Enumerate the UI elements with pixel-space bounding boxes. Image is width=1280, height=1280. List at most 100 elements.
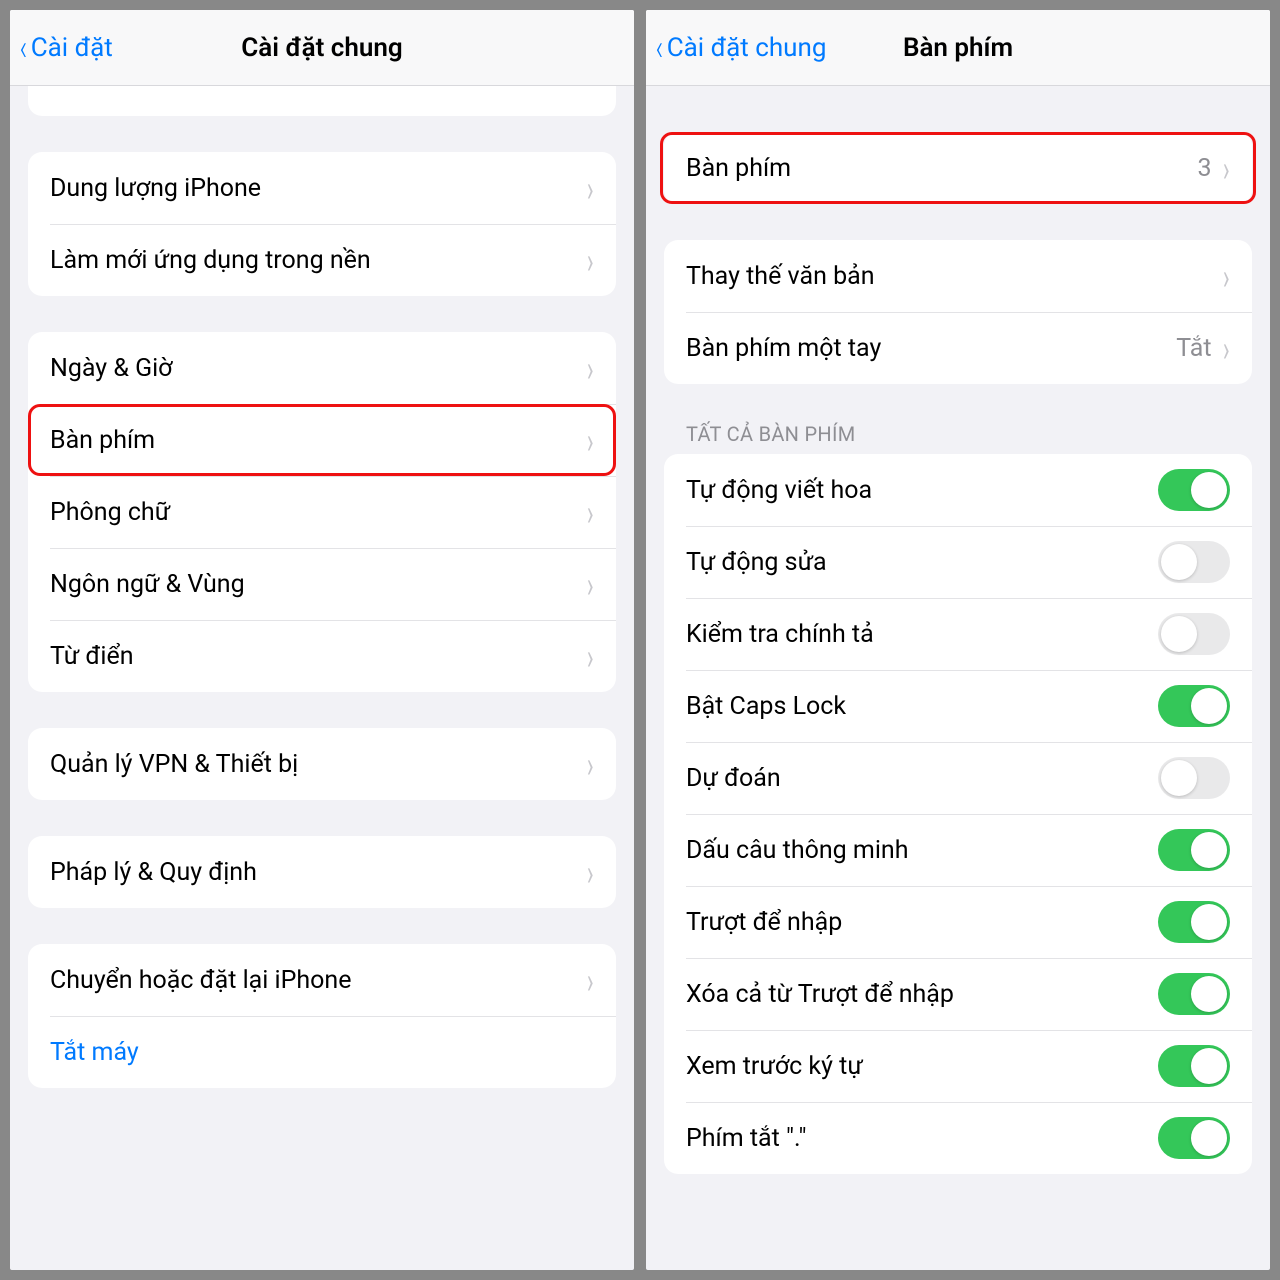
toggle-row: Dấu câu thông minh — [664, 814, 1252, 886]
list-item-label: Làm mới ứng dụng trong nền — [50, 246, 586, 275]
list-item-vpn-device[interactable]: Quản lý VPN & Thiết bị › — [28, 728, 616, 800]
list-item-label: Ngôn ngữ & Vùng — [50, 570, 586, 599]
list-item-label: Bàn phím một tay — [686, 334, 1176, 363]
list-item-dictionary[interactable]: Từ điển › — [28, 620, 616, 692]
list-item-label: Tắt máy — [50, 1038, 594, 1067]
toggle-row: Tự động sửa — [664, 526, 1252, 598]
list-item-iphone-storage[interactable]: Dung lượng iPhone › — [28, 152, 616, 224]
toggle-knob — [1191, 904, 1227, 940]
toggle-knob — [1161, 760, 1197, 796]
toggle-knob — [1191, 1120, 1227, 1156]
content: Bàn phím 3 › Thay thế văn bản › Bàn phím… — [646, 86, 1270, 1270]
chevron-right-icon: › — [586, 635, 593, 678]
toggle-knob — [1161, 616, 1197, 652]
list-item-label: Quản lý VPN & Thiết bị — [50, 750, 586, 779]
toggle-switch[interactable] — [1158, 973, 1230, 1015]
toggle-label: Tự động sửa — [686, 548, 1158, 577]
list-item-label: Chuyển hoặc đặt lại iPhone — [50, 966, 586, 995]
list-item-value: 3 — [1198, 154, 1212, 183]
list-item-one-hand-keyboard[interactable]: Bàn phím một tay Tắt › — [664, 312, 1252, 384]
list-item-label: Pháp lý & Quy định — [50, 858, 586, 887]
group-vpn: Quản lý VPN & Thiết bị › — [28, 728, 616, 800]
toggle-label: Trượt để nhập — [686, 908, 1158, 937]
chevron-right-icon: › — [586, 959, 593, 1002]
toggle-row: Tự động viết hoa — [664, 454, 1252, 526]
list-item-fonts[interactable]: Phông chữ › — [28, 476, 616, 548]
group-keyboards: Bàn phím 3 › — [664, 132, 1252, 204]
toggle-label: Phím tắt "." — [686, 1124, 1158, 1153]
group-reset: Chuyển hoặc đặt lại iPhone › Tắt máy — [28, 944, 616, 1088]
toggle-switch[interactable] — [1158, 829, 1230, 871]
toggle-switch[interactable] — [1158, 1045, 1230, 1087]
navbar: ‹ Cài đặt Cài đặt chung — [10, 10, 634, 86]
list-item-label: Thay thế văn bản — [686, 262, 1222, 291]
list-item-background-refresh[interactable]: Làm mới ứng dụng trong nền › — [28, 224, 616, 296]
list-item-label: Bàn phím — [50, 426, 586, 455]
back-button[interactable]: ‹ Cài đặt — [18, 30, 113, 66]
toggle-knob — [1191, 1048, 1227, 1084]
section-header-all-keyboards: TẤT CẢ BÀN PHÍM — [686, 422, 1230, 446]
list-item-keyboards[interactable]: Bàn phím 3 › — [664, 132, 1252, 204]
list-item-text-replacement[interactable]: Thay thế văn bản › — [664, 240, 1252, 312]
list-item-date-time[interactable]: Ngày & Giờ › — [28, 332, 616, 404]
toggle-switch[interactable] — [1158, 541, 1230, 583]
chevron-right-icon: › — [1222, 147, 1229, 190]
toggle-row: Dự đoán — [664, 742, 1252, 814]
toggle-label: Bật Caps Lock — [686, 692, 1158, 721]
list-item-label: Ngày & Giờ — [50, 354, 586, 383]
content: Dung lượng iPhone › Làm mới ứng dụng tro… — [10, 86, 634, 1270]
toggle-switch[interactable] — [1158, 469, 1230, 511]
toggle-switch[interactable] — [1158, 757, 1230, 799]
toggle-switch[interactable] — [1158, 1117, 1230, 1159]
chevron-right-icon: › — [586, 167, 593, 210]
group-date-keyboard: Ngày & Giờ › Bàn phím › Phông chữ › Ngôn… — [28, 332, 616, 692]
toggle-row: Kiểm tra chính tả — [664, 598, 1252, 670]
list-item-label: Dung lượng iPhone — [50, 174, 586, 203]
chevron-right-icon: › — [1222, 255, 1229, 298]
list-item-keyboard[interactable]: Bàn phím › — [28, 404, 616, 476]
toggle-label: Xóa cả từ Trượt để nhập — [686, 980, 1158, 1009]
toggle-row: Xem trước ký tự — [664, 1030, 1252, 1102]
list-item-value: Tắt — [1176, 334, 1211, 363]
group-legal: Pháp lý & Quy định › — [28, 836, 616, 908]
screen-keyboard-settings: ‹ Cài đặt chung Bàn phím Bàn phím 3 › Th… — [646, 10, 1270, 1270]
chevron-left-icon: ‹ — [656, 30, 664, 66]
toggle-switch[interactable] — [1158, 685, 1230, 727]
back-button[interactable]: ‹ Cài đặt chung — [654, 30, 826, 66]
toggle-row: Trượt để nhập — [664, 886, 1252, 958]
group-partial-top — [28, 86, 616, 116]
back-label: Cài đặt — [31, 33, 113, 63]
chevron-right-icon: › — [586, 419, 593, 462]
list-item-label: Từ điển — [50, 642, 586, 671]
list-item-label: Bàn phím — [686, 154, 1198, 183]
chevron-right-icon: › — [586, 563, 593, 606]
group-text-options: Thay thế văn bản › Bàn phím một tay Tắt … — [664, 240, 1252, 384]
toggle-knob — [1191, 472, 1227, 508]
list-item-label: Phông chữ — [50, 498, 586, 527]
toggle-row: Xóa cả từ Trượt để nhập — [664, 958, 1252, 1030]
toggle-label: Dấu câu thông minh — [686, 836, 1158, 865]
toggle-knob — [1191, 976, 1227, 1012]
list-item-legal[interactable]: Pháp lý & Quy định › — [28, 836, 616, 908]
toggle-label: Dự đoán — [686, 764, 1158, 793]
navbar: ‹ Cài đặt chung Bàn phím — [646, 10, 1270, 86]
chevron-right-icon: › — [586, 743, 593, 786]
toggle-switch[interactable] — [1158, 901, 1230, 943]
chevron-left-icon: ‹ — [20, 30, 28, 66]
toggle-knob — [1191, 688, 1227, 724]
list-item-language-region[interactable]: Ngôn ngữ & Vùng › — [28, 548, 616, 620]
list-item-shutdown[interactable]: Tắt máy — [28, 1016, 616, 1088]
chevron-right-icon: › — [1222, 327, 1229, 370]
screen-general-settings: ‹ Cài đặt Cài đặt chung Dung lượng iPhon… — [10, 10, 634, 1270]
chevron-right-icon: › — [586, 239, 593, 282]
list-item[interactable] — [28, 86, 616, 116]
chevron-right-icon: › — [586, 851, 593, 894]
toggle-row: Phím tắt "." — [664, 1102, 1252, 1174]
toggle-knob — [1161, 544, 1197, 580]
toggle-switch[interactable] — [1158, 613, 1230, 655]
group-storage: Dung lượng iPhone › Làm mới ứng dụng tro… — [28, 152, 616, 296]
chevron-right-icon: › — [586, 491, 593, 534]
chevron-right-icon: › — [586, 347, 593, 390]
list-item-transfer-reset[interactable]: Chuyển hoặc đặt lại iPhone › — [28, 944, 616, 1016]
toggle-knob — [1191, 832, 1227, 868]
